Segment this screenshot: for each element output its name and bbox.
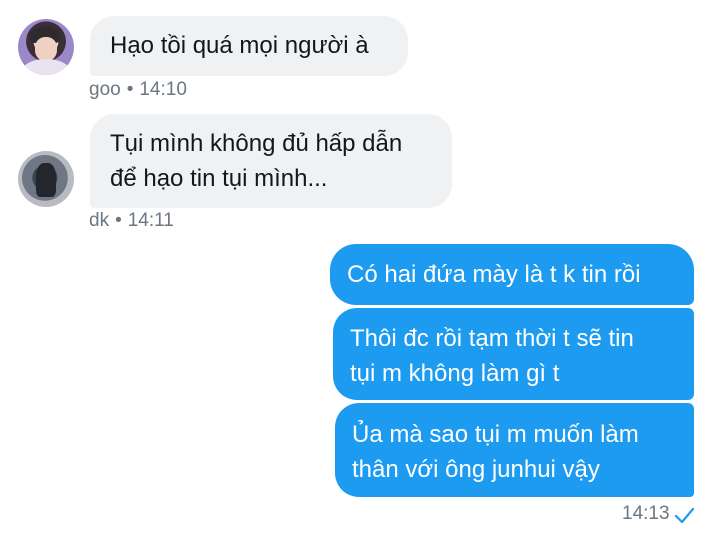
message-line: Có hai đứa mày là t k tin rồi: [347, 261, 641, 288]
check-icon: [674, 507, 695, 524]
message-meta: goo • 14:10: [89, 79, 187, 101]
message-timestamp-outgoing: 14:13: [622, 503, 670, 524]
message-line: Tụi mình không đủ hấp dẫn: [110, 130, 403, 157]
message-line: Ủa mà sao tụi m muốn làm: [352, 421, 639, 448]
separator-dot: •: [126, 79, 134, 100]
message-line: để hạo tin tụi mình...: [110, 165, 328, 192]
message-line: Hạo tồi quá mọi người à: [110, 32, 369, 59]
message-bubble-outgoing[interactable]: Có hai đứa mày là t k tin rồi: [330, 244, 694, 305]
avatar-shirt: [22, 59, 70, 75]
sender-name: goo: [89, 79, 121, 100]
avatar-figure: [36, 163, 56, 197]
message-bubble-incoming[interactable]: Hạo tồi quá mọi người à: [90, 16, 408, 76]
message-bubble-outgoing[interactable]: Ủa mà sao tụi m muốn làm thân với ông ju…: [335, 403, 694, 497]
timestamp: 14:10: [139, 79, 187, 100]
timestamp: 14:11: [127, 210, 174, 231]
separator-dot: •: [115, 210, 122, 231]
avatar-face: [35, 37, 57, 61]
avatar-dk[interactable]: [18, 151, 74, 207]
avatar-goo[interactable]: [18, 19, 74, 75]
message-bubble-incoming[interactable]: Tụi mình không đủ hấp dẫn để hạo tin tụi…: [90, 114, 452, 208]
message-line: thân với ông junhui vậy: [352, 456, 600, 483]
message-line: Thôi đc rồi tạm thời t sẽ tin: [350, 325, 634, 352]
message-line: tụi m không làm gì t: [350, 360, 560, 387]
message-bubble-outgoing[interactable]: Thôi đc rồi tạm thời t sẽ tin tụi m khôn…: [333, 308, 694, 400]
sender-name: dk: [89, 210, 110, 231]
message-meta: dk • 14:11: [89, 210, 174, 232]
